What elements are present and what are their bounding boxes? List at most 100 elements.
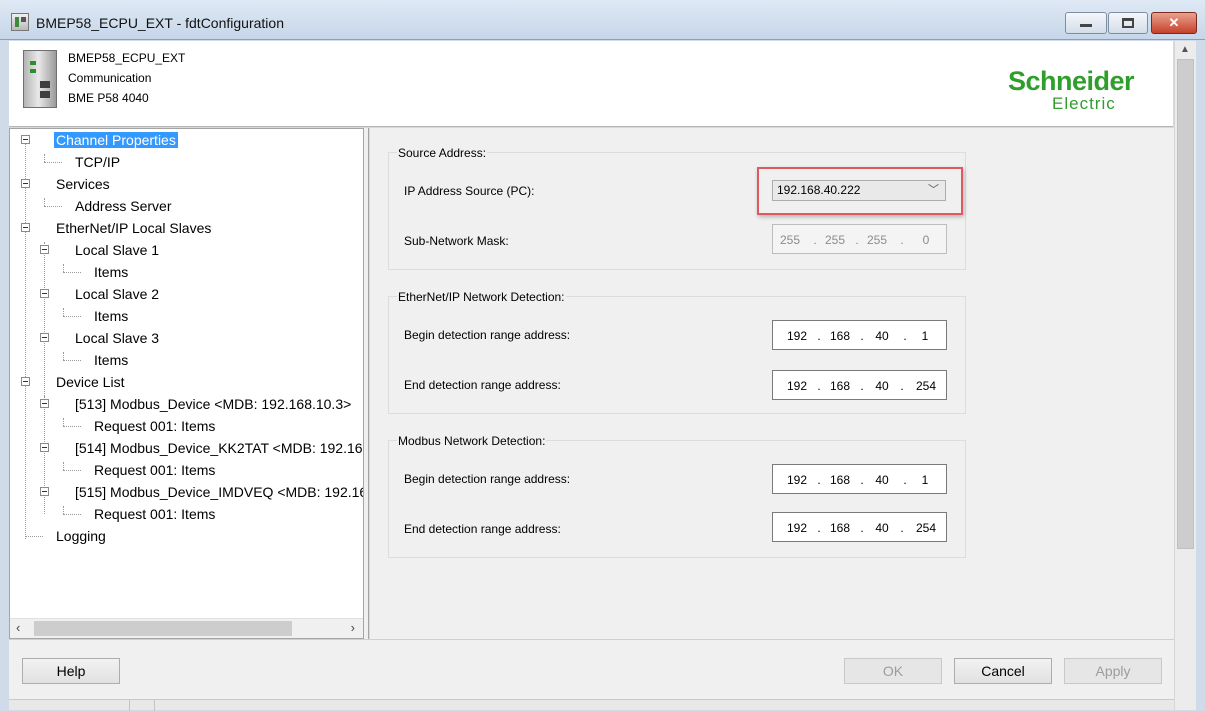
ip-octet: 168	[829, 379, 851, 393]
ip-address-source-label: IP Address Source (PC):	[404, 184, 535, 198]
group-title: Source Address:	[397, 146, 488, 160]
ethernet-end-range-field[interactable]: 192 . 168 . 40 . 254	[772, 370, 947, 400]
tree-item-request-001[interactable]: Request 001: Items	[94, 459, 215, 481]
close-icon: ✕	[1168, 15, 1180, 30]
collapse-channel-properties-icon[interactable]	[21, 135, 30, 144]
tree-item-address-server[interactable]: Address Server	[75, 195, 171, 217]
ip-octet: 168	[829, 521, 851, 535]
tree-item-services[interactable]: Services	[56, 173, 110, 195]
device-header: BMEP58_ECPU_EXT Communication BME P58 40…	[9, 41, 1173, 127]
ip-dot: .	[903, 329, 907, 343]
ip-dot: .	[860, 521, 864, 535]
ip-octet: 40	[875, 473, 889, 487]
minimize-button[interactable]	[1065, 12, 1107, 34]
collapse-local-slave-2-icon[interactable]	[40, 289, 49, 298]
tree-item-logging[interactable]: Logging	[56, 525, 106, 547]
collapse-services-icon[interactable]	[21, 179, 30, 188]
tree-item-device-514[interactable]: [514] Modbus_Device_KK2TAT <MDB: 192.168…	[75, 437, 363, 459]
tree-item-request-001[interactable]: Request 001: Items	[94, 415, 215, 437]
cancel-button[interactable]: Cancel	[954, 658, 1052, 684]
tree-item-items[interactable]: Items	[94, 261, 128, 283]
begin-range-label: Begin detection range address:	[404, 472, 571, 486]
minimize-icon	[1080, 24, 1092, 27]
tree-item-items[interactable]: Items	[94, 305, 128, 327]
ip-dot: .	[817, 521, 821, 535]
ip-octet: 0	[922, 233, 930, 247]
collapse-device-514-icon[interactable]	[40, 443, 49, 452]
ip-dot: .	[900, 521, 904, 535]
tree-item-local-slave-3[interactable]: Local Slave 3	[75, 327, 159, 349]
maximize-button[interactable]	[1108, 12, 1148, 34]
tree-item-local-slave-1[interactable]: Local Slave 1	[75, 239, 159, 261]
vertical-scroll-thumb[interactable]	[1177, 59, 1194, 549]
ip-octet: 255	[866, 233, 888, 247]
tree-item-ethernet-ip-local-slaves[interactable]: EtherNet/IP Local Slaves	[56, 217, 211, 239]
modbus-begin-range-field[interactable]: 192 . 168 . 40 . 1	[772, 464, 947, 494]
horizontal-scroll-thumb[interactable]	[34, 621, 292, 636]
ip-octet: 40	[875, 329, 889, 343]
tree-item-device-list[interactable]: Device List	[56, 371, 124, 393]
device-module-icon	[23, 50, 57, 108]
ip-octet: 1	[921, 473, 929, 487]
panel-splitter[interactable]	[364, 128, 369, 639]
ip-octet: 192	[786, 521, 808, 535]
collapse-local-slave-1-icon[interactable]	[40, 245, 49, 254]
ip-octet: 254	[915, 379, 937, 393]
tree-item-channel-properties[interactable]: Channel Properties	[54, 129, 178, 151]
scroll-right-icon[interactable]: ›	[351, 620, 355, 635]
ip-octet: 168	[829, 473, 851, 487]
ethernet-begin-range-field[interactable]: 192 . 168 . 40 . 1	[772, 320, 947, 350]
ip-dot: .	[817, 329, 821, 343]
help-button[interactable]: Help	[22, 658, 120, 684]
ip-dot: .	[860, 473, 864, 487]
tree-item-local-slave-2[interactable]: Local Slave 2	[75, 283, 159, 305]
ok-button[interactable]: OK	[844, 658, 942, 684]
begin-range-label: Begin detection range address:	[404, 328, 571, 342]
apply-button[interactable]: Apply	[1064, 658, 1162, 684]
device-name: BMEP58_ECPU_EXT	[68, 51, 186, 65]
collapse-device-list-icon[interactable]	[21, 377, 30, 386]
vertical-scrollbar[interactable]: ▲	[1174, 41, 1196, 710]
ip-address-source-dropdown[interactable]: 192.168.40.222 ﹀	[772, 180, 946, 201]
maximize-icon	[1122, 18, 1134, 28]
tree-item-device-515[interactable]: [515] Modbus_Device_IMDVEQ <MDB: 192.168…	[75, 481, 363, 503]
device-category: Communication	[68, 71, 152, 85]
ip-dot: .	[860, 379, 864, 393]
collapse-device-513-icon[interactable]	[40, 399, 49, 408]
ip-dot: .	[855, 233, 859, 247]
ip-octet: 192	[786, 473, 808, 487]
ip-dot: .	[860, 329, 864, 343]
chevron-down-icon: ﹀	[928, 184, 939, 196]
app-icon	[11, 13, 29, 31]
ip-octet: 255	[779, 233, 801, 247]
collapse-ethernet-slaves-icon[interactable]	[21, 223, 30, 232]
tree-item-request-001[interactable]: Request 001: Items	[94, 503, 215, 525]
modbus-detection-group: Modbus Network Detection: Begin detectio…	[388, 434, 966, 558]
title-bar: BMEP58_ECPU_EXT - fdtConfiguration ✕	[0, 0, 1205, 40]
scroll-up-icon[interactable]: ▲	[1180, 44, 1190, 55]
ip-octet: 168	[829, 329, 851, 343]
group-title: Modbus Network Detection:	[397, 434, 547, 448]
scroll-left-icon[interactable]: ‹	[16, 620, 20, 635]
ip-octet: 40	[875, 379, 889, 393]
tree-item-tcp-ip[interactable]: TCP/IP	[75, 151, 120, 173]
ip-dot: .	[903, 473, 907, 487]
ip-octet: 255	[824, 233, 846, 247]
close-button[interactable]: ✕	[1151, 12, 1197, 34]
ip-octet: 1	[921, 329, 929, 343]
tree-horizontal-scrollbar[interactable]: ‹ ›	[10, 618, 363, 638]
status-divider	[129, 700, 130, 711]
window-border-right	[1196, 41, 1205, 710]
ip-octet: 40	[875, 521, 889, 535]
modbus-end-range-field[interactable]: 192 . 168 . 40 . 254	[772, 512, 947, 542]
source-address-group: Source Address: IP Address Source (PC): …	[388, 146, 966, 270]
tree-item-items[interactable]: Items	[94, 349, 128, 371]
ip-octet: 192	[786, 329, 808, 343]
status-divider	[154, 700, 155, 711]
ethernet-ip-detection-group: EtherNet/IP Network Detection: Begin det…	[388, 290, 966, 414]
collapse-local-slave-3-icon[interactable]	[40, 333, 49, 342]
tree-item-device-513[interactable]: [513] Modbus_Device <MDB: 192.168.10.3>	[75, 393, 351, 415]
logo-bottom-text: Electric	[1052, 94, 1116, 113]
collapse-device-515-icon[interactable]	[40, 487, 49, 496]
end-range-label: End detection range address:	[404, 522, 561, 536]
